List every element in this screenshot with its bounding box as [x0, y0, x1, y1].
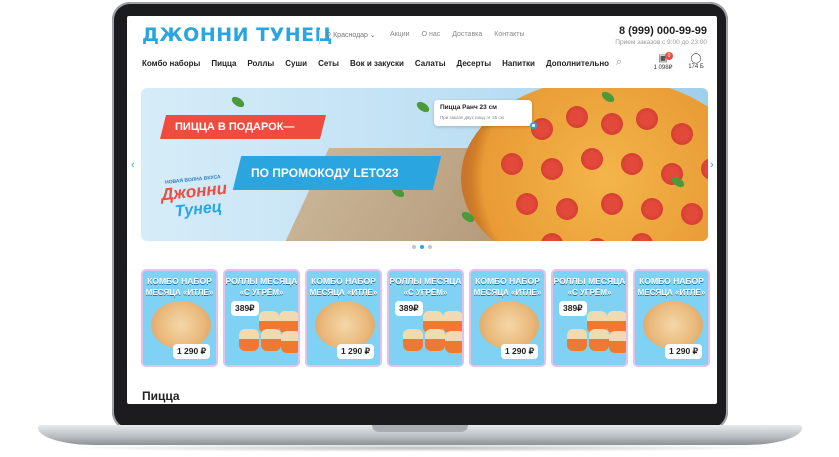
slider-dot-1[interactable] — [412, 245, 416, 249]
laptop-screen: ДЖОННИ ТУНЕЦ ⚲ Краснодар ⌄ Акции О нас Д… — [127, 16, 717, 404]
site-logo[interactable]: ДЖОННИ ТУНЕЦ — [142, 24, 333, 46]
slider-dot-3[interactable] — [428, 245, 432, 249]
card-subtitle: МЕСЯЦА «ИТЛЕ» — [309, 288, 378, 297]
tooltip-title: Пицца Ранч 23 см — [440, 104, 497, 111]
section-title-pizza: Пицца — [142, 389, 180, 403]
card-price: 1 290 ₽ — [336, 344, 374, 359]
chevron-down-icon: ⌄ — [369, 32, 376, 39]
work-hours: Прием заказов с 9:00 до 23:00 — [615, 39, 707, 46]
combo-image — [643, 301, 703, 349]
nav-item-wok[interactable]: Вок и закуски — [350, 59, 404, 68]
top-link-contacts[interactable]: Контакты — [494, 31, 524, 38]
hotspot-marker[interactable] — [530, 122, 537, 129]
card-title: КОМБО НАБОР — [147, 276, 212, 286]
nav-item-extra[interactable]: Дополнительно — [546, 59, 609, 68]
card-price: 1 290 ₽ — [172, 344, 210, 359]
user-icon: ◯ — [690, 53, 702, 64]
top-link-about[interactable]: О нас — [422, 31, 441, 38]
city-name: Краснодар — [333, 32, 368, 39]
promo-card-rolls[interactable]: РОЛЛЫ МЕСЯЦА «С УГРЁМ» 389₽ — [387, 269, 464, 367]
promo-card-combo[interactable]: КОМБО НАБОР МЕСЯЦА «ИТЛЕ» 1 290 ₽ — [633, 269, 710, 367]
promo-ribbon-red: ПИЦЦА В ПОДАРОК— — [160, 115, 326, 139]
nav-item-salads[interactable]: Салаты — [415, 59, 446, 68]
nav-item-sushi[interactable]: Суши — [285, 59, 307, 68]
card-subtitle: «С УГРЁМ» — [567, 288, 612, 297]
combo-image — [151, 301, 211, 349]
top-links: Акции О нас Доставка Контакты — [390, 31, 525, 38]
rolls-image — [559, 311, 626, 353]
rolls-image — [231, 311, 298, 353]
slider-dots — [412, 245, 432, 249]
nav-item-pizza[interactable]: Пицца — [211, 59, 236, 68]
header-divider — [319, 30, 320, 44]
nav-item-rolls[interactable]: Роллы — [247, 59, 274, 68]
card-subtitle: «С УГРЁМ» — [239, 288, 284, 297]
laptop-shadow — [60, 444, 780, 452]
slider-dot-2[interactable] — [420, 245, 424, 249]
nav-item-combo[interactable]: Комбо наборы — [142, 59, 200, 68]
card-title: КОМБО НАБОР — [311, 276, 376, 286]
user-bonus: 174 Б — [688, 64, 704, 70]
city-selector[interactable]: ⚲ Краснодар ⌄ — [326, 31, 376, 39]
card-title: КОМБО НАБОР — [639, 276, 704, 286]
chevron-right-icon[interactable]: › — [710, 159, 714, 171]
combo-image — [479, 301, 539, 349]
search-icon[interactable]: ⌕ — [616, 56, 622, 69]
card-title: КОМБО НАБОР — [475, 276, 540, 286]
nav-item-sets[interactable]: Сеты — [318, 59, 339, 68]
card-title: РОЛЛЫ МЕСЯЦА — [225, 276, 298, 286]
combo-image — [315, 301, 375, 349]
rolls-image — [395, 311, 462, 353]
top-link-promo[interactable]: Акции — [390, 31, 410, 38]
card-price: 1 290 ₽ — [664, 344, 702, 359]
promo-card-combo[interactable]: КОМБО НАБОР МЕСЯЦА «ИТЛЕ» 1 290 ₽ — [469, 269, 546, 367]
card-subtitle: МЕСЯЦА «ИТЛЕ» — [637, 288, 706, 297]
chevron-left-icon[interactable]: ‹ — [131, 159, 135, 171]
promo-cards: КОМБО НАБОР МЕСЯЦА «ИТЛЕ» 1 290 ₽ РОЛЛЫ … — [141, 269, 710, 367]
promo-card-combo[interactable]: КОМБО НАБОР МЕСЯЦА «ИТЛЕ» 1 290 ₽ — [305, 269, 382, 367]
cart-button[interactable]: ▣ 0 1 098₽ — [652, 52, 674, 71]
card-title: РОЛЛЫ МЕСЯЦА — [553, 276, 626, 286]
phone-number[interactable]: 8 (999) 000-99-99 — [619, 25, 707, 37]
banner-logo-bottom: Тунец — [174, 198, 223, 221]
user-button[interactable]: ◯ 174 Б — [685, 53, 707, 70]
cart-badge: 0 — [665, 52, 673, 60]
promo-card-rolls[interactable]: РОЛЛЫ МЕСЯЦА «С УГРЁМ» 389₽ — [223, 269, 300, 367]
cart-total: 1 098₽ — [653, 65, 673, 71]
tooltip-subtitle: При заказе двух пицц от 35 см — [440, 115, 504, 120]
nav-item-drinks[interactable]: Напитки — [502, 59, 535, 68]
nav-item-desserts[interactable]: Десерты — [457, 59, 492, 68]
promo-banner[interactable]: ПИЦЦА В ПОДАРОК— ПО ПРОМОКОДУ LETO23 НОВ… — [141, 88, 708, 241]
top-link-delivery[interactable]: Доставка — [452, 31, 482, 38]
card-price: 1 290 ₽ — [500, 344, 538, 359]
card-subtitle: «С УГРЁМ» — [403, 288, 448, 297]
promo-card-combo[interactable]: КОМБО НАБОР МЕСЯЦА «ИТЛЕ» 1 290 ₽ — [141, 269, 218, 367]
main-nav: Комбо наборы Пицца Роллы Суши Сеты Вок и… — [142, 59, 609, 68]
location-pin-icon: ⚲ — [326, 32, 332, 39]
laptop-notch — [372, 425, 468, 432]
card-subtitle: МЕСЯЦА «ИТЛЕ» — [473, 288, 542, 297]
card-subtitle: МЕСЯЦА «ИТЛЕ» — [145, 288, 214, 297]
promo-ribbon-blue: ПО ПРОМОКОДУ LETO23 — [232, 156, 442, 190]
card-title: РОЛЛЫ МЕСЯЦА — [389, 276, 462, 286]
product-tooltip: Пицца Ранч 23 см При заказе двух пицц от… — [434, 100, 532, 126]
promo-card-rolls[interactable]: РОЛЛЫ МЕСЯЦА «С УГРЁМ» 389₽ — [551, 269, 628, 367]
